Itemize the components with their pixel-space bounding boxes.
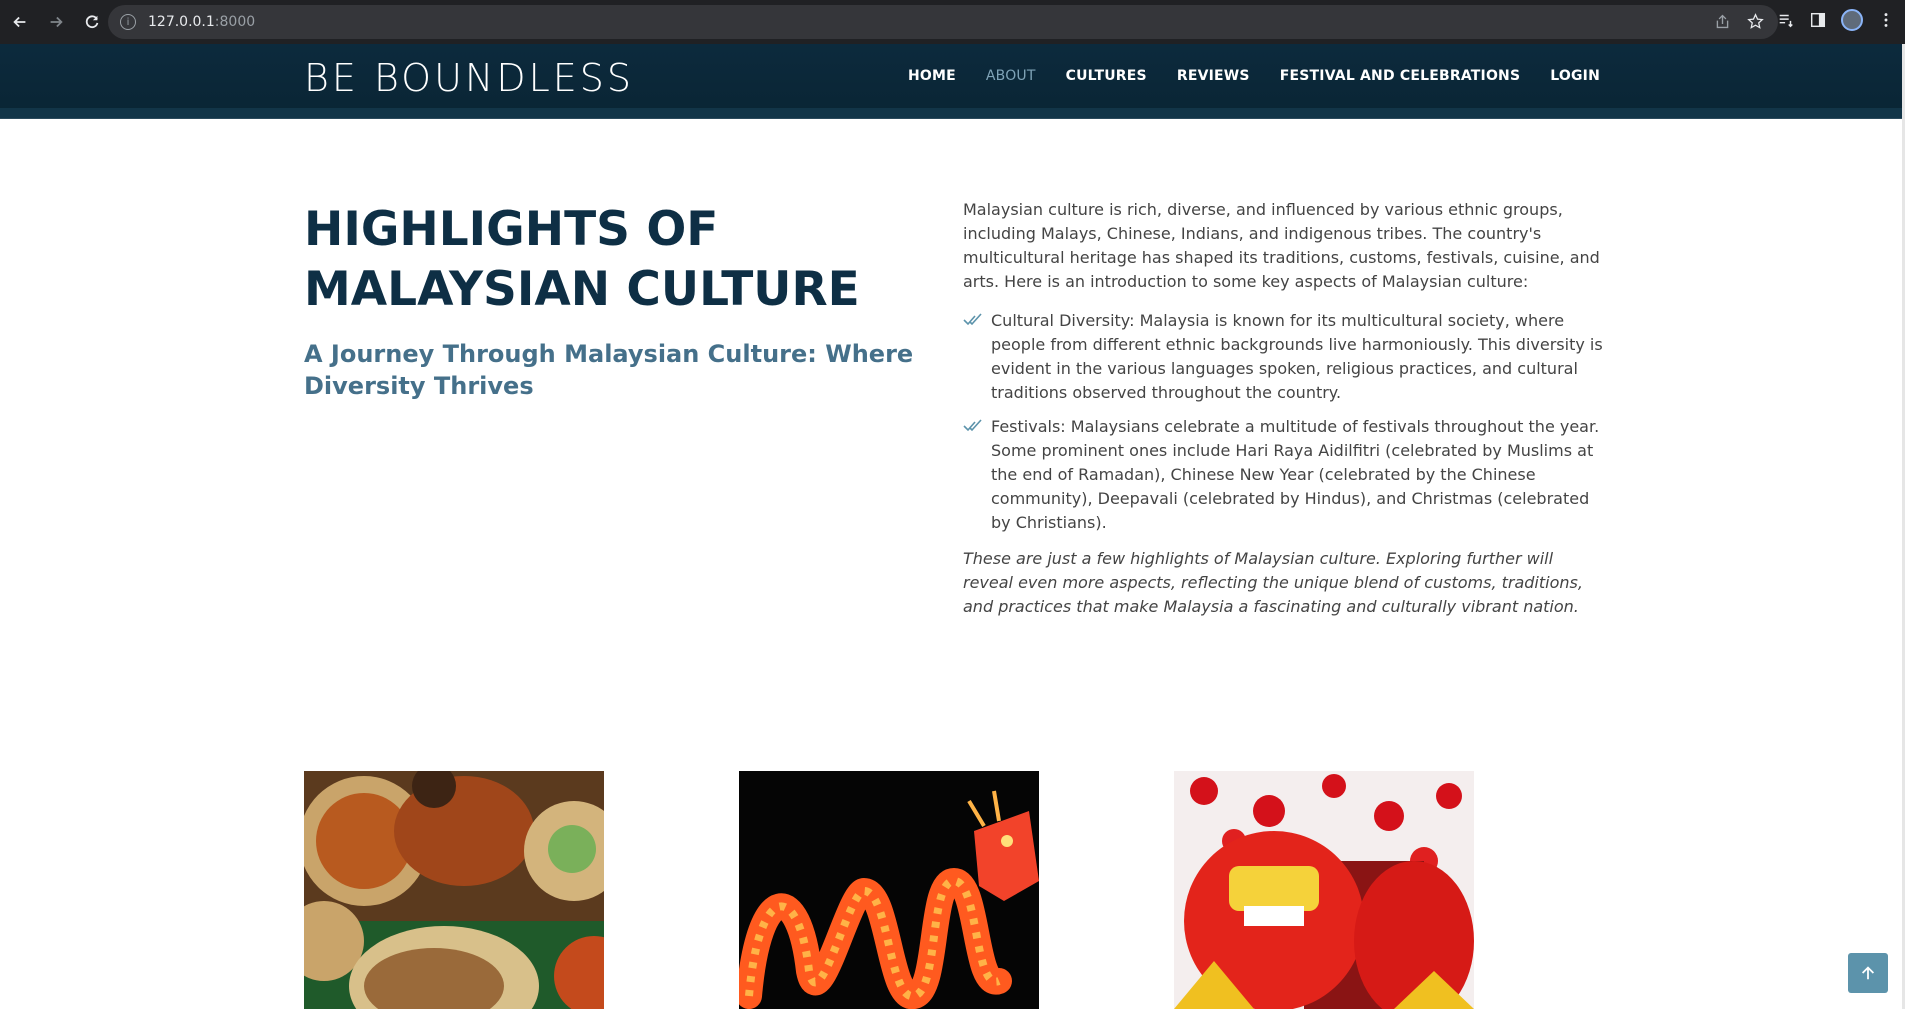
about-text: Malaysian culture is rich, diverse, and … (963, 198, 1603, 619)
side-panel-icon[interactable] (1809, 11, 1827, 29)
page-title: HIGHLIGHTS OF MALAYSIAN CULTURE (304, 202, 860, 317)
list-item: Cultural Diversity: Malaysia is known fo… (963, 309, 1603, 405)
browser-toolbar: i 127.0.0.1:8000 (0, 0, 1905, 44)
outro-paragraph: These are just a few highlights of Malay… (963, 549, 1583, 616)
arrow-right-icon (50, 16, 63, 28)
nav-home[interactable]: HOME (908, 68, 956, 84)
arrow-left-icon (13, 16, 26, 28)
star-icon[interactable] (1747, 13, 1764, 30)
forward-button[interactable] (40, 6, 72, 38)
double-check-icon (963, 313, 982, 326)
site-logo[interactable]: BE BOUNDLESS (304, 56, 634, 100)
nav-login[interactable]: LOGIN (1550, 68, 1600, 84)
food-image (304, 771, 604, 1009)
list-item-text: Cultural Diversity: Malaysia is known fo… (991, 311, 1603, 402)
address-bar[interactable]: i 127.0.0.1:8000 (108, 5, 1778, 39)
nav-about[interactable]: ABOUT (986, 68, 1036, 84)
nav-reviews[interactable]: REVIEWS (1177, 68, 1250, 84)
back-button[interactable] (4, 6, 36, 38)
arrow-up-icon (1861, 966, 1875, 980)
highlight-list: Cultural Diversity: Malaysia is known fo… (963, 309, 1603, 535)
nav-cultures[interactable]: CULTURES (1066, 68, 1147, 84)
double-check-icon (963, 419, 982, 432)
list-item-text: Festivals: Malaysians celebrate a multit… (991, 417, 1600, 532)
lion-dance-image (1174, 771, 1474, 1009)
more-options-icon[interactable] (1877, 11, 1895, 29)
share-icon[interactable] (1714, 13, 1731, 30)
profile-avatar[interactable] (1841, 9, 1863, 31)
main-nav: HOME ABOUT CULTURES REVIEWS FESTIVAL AND… (908, 68, 1600, 84)
reload-icon (85, 15, 99, 29)
nav-festival-and-celebrations[interactable]: FESTIVAL AND CELEBRATIONS (1280, 68, 1521, 84)
url-text: 127.0.0.1:8000 (148, 14, 256, 30)
site-header: BE BOUNDLESS HOME ABOUT CULTURES REVIEWS… (0, 44, 1905, 119)
page-subtitle: A Journey Through Malaysian Culture: Whe… (304, 340, 914, 400)
reading-list-icon[interactable] (1777, 11, 1795, 29)
back-to-top-button[interactable] (1848, 953, 1888, 993)
site-info-icon[interactable]: i (120, 14, 136, 30)
list-item: Festivals: Malaysians celebrate a multit… (963, 415, 1603, 535)
reload-button[interactable] (76, 6, 108, 38)
intro-paragraph: Malaysian culture is rich, diverse, and … (963, 200, 1600, 291)
dragon-lantern-image (739, 771, 1039, 1009)
